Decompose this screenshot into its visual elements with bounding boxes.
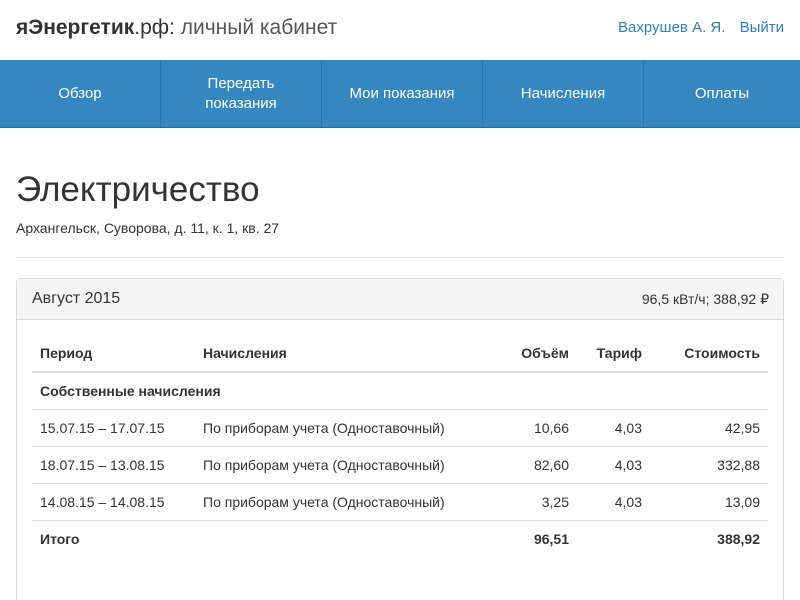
total-row: Итого 96,51 388,92 [32,520,768,557]
total-volume: 96,51 [533,530,569,547]
period-summary: 96,5 кВт/ч; 388,92 ₽ [641,291,769,307]
column-header-period: Период [32,335,195,373]
group-label: Собственные начисления [32,372,768,410]
row-cost: 42,95 [650,409,768,447]
row-period: 15.07.15 – 17.07.15 [32,409,195,447]
brand-name: яЭнергетик [16,16,135,39]
row-charge: По приборам учета (Одноставочный) [195,409,495,447]
nav-item-label: Передать показания [205,74,277,112]
charges-table: Период Начисления Объём Тариф Стоимость … [32,335,768,557]
nav-item-payments[interactable]: Оплаты [644,60,800,127]
column-header-cost: Стоимость [650,335,768,373]
brand-subtitle: личный кабинет [174,16,338,39]
row-period: 18.07.15 – 13.08.15 [32,446,195,484]
address-text: Архангельск, Суворова, д. 11, к. 1, кв. … [16,220,280,236]
row-period: 14.08.15 – 14.08.15 [32,483,195,521]
row-charge: По приборам учета (Одноставочный) [195,483,495,521]
total-label: Итого [40,530,80,547]
row-charge: По приборам учета (Одноставочный) [195,446,495,484]
logout-link[interactable]: Выйти [740,19,784,36]
nav-item-overview[interactable]: Обзор [0,60,161,127]
user-menu: Вахрушев А. Я. Выйти [608,19,784,36]
column-header-tariff: Тариф [577,335,650,373]
column-header-volume: Объём [495,335,577,373]
page-title: Электричество [16,170,260,209]
nav-item-my-readings[interactable]: Мои показания [322,60,483,127]
user-name-link[interactable]: Вахрушев А. Я. [618,19,725,36]
group-row: Собственные начисления [32,372,768,410]
row-volume: 3,25 [495,483,577,521]
total-cost: 388,92 [717,530,760,547]
nav-item-submit-readings[interactable]: Передать показания [161,60,322,127]
table-row: 15.07.15 – 17.07.15 По приборам учета (О… [32,409,768,447]
row-tariff: 4,03 [577,446,650,484]
table-row: 14.08.15 – 14.08.15 По приборам учета (О… [32,483,768,521]
site-logo[interactable]: яЭнергетик.рф: личный кабинет [16,16,337,40]
row-volume: 10,66 [495,409,577,447]
top-bar: яЭнергетик.рф: личный кабинет Вахрушев А… [0,0,800,60]
row-cost: 332,88 [650,446,768,484]
nav-item-charges[interactable]: Начисления [483,60,644,127]
row-volume: 82,60 [495,446,577,484]
panel-header: Август 2015 96,5 кВт/ч; 388,92 ₽ [17,279,783,320]
row-tariff: 4,03 [577,483,650,521]
table-header-row: Период Начисления Объём Тариф Стоимость [32,335,768,373]
divider [16,257,784,258]
period-title: Август 2015 [32,290,121,307]
main-nav: Обзор Передать показания Мои показания Н… [0,60,800,128]
billing-panel: Август 2015 96,5 кВт/ч; 388,92 ₽ Период … [16,278,784,600]
row-tariff: 4,03 [577,409,650,447]
column-header-charges: Начисления [195,335,495,373]
brand-domain: .рф: [134,16,175,39]
row-cost: 13,09 [650,483,768,521]
table-row: 18.07.15 – 13.08.15 По приборам учета (О… [32,446,768,484]
total-tariff-empty [577,520,650,557]
total-charge-empty [195,520,495,557]
